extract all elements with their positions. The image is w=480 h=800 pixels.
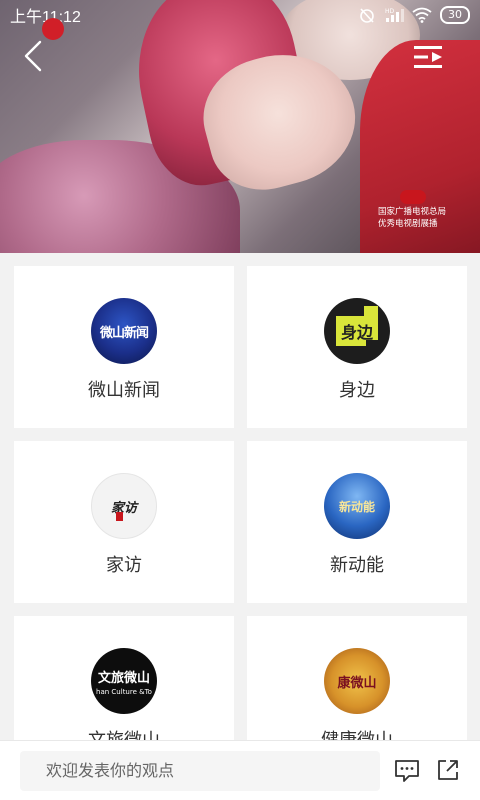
watermark-line-2: 优秀电视剧展播 bbox=[378, 219, 438, 229]
channel-label: 文旅微山 bbox=[14, 726, 234, 740]
channel-card-wenlv-weishan[interactable]: 文旅微山 han Culture &To 文旅微山 bbox=[14, 616, 234, 740]
comment-input[interactable]: 欢迎发表你的观点 bbox=[20, 751, 380, 791]
channel-logo-subtext: han Culture &To bbox=[96, 687, 152, 696]
channel-label: 新动能 bbox=[330, 555, 384, 576]
watermark-logo bbox=[400, 190, 426, 204]
channel-label: 微山新闻 bbox=[88, 380, 160, 401]
channel-logo-text: 微山新闻 bbox=[99, 325, 149, 341]
logo-seal bbox=[116, 512, 123, 521]
channel-logo: 身边 bbox=[324, 298, 390, 364]
station-logo bbox=[32, 18, 76, 40]
wifi-icon bbox=[412, 7, 432, 23]
channel-card-xindongneng[interactable]: 新动能 新动能 bbox=[247, 441, 467, 603]
svg-text:HD: HD bbox=[385, 8, 395, 15]
broadcast-watermark: 国家广播电视总局 优秀电视剧展播 bbox=[378, 190, 474, 230]
channel-logo-text: 康微山 bbox=[337, 675, 377, 691]
channel-logo: 康微山 bbox=[324, 648, 390, 714]
share-icon[interactable] bbox=[436, 758, 460, 782]
comment-icon[interactable] bbox=[394, 758, 420, 784]
channel-logo-text: 新动能 bbox=[338, 499, 375, 514]
playlist-icon[interactable] bbox=[410, 42, 446, 72]
watermark-line-1: 国家广播电视总局 bbox=[378, 207, 447, 217]
channel-label: 身边 bbox=[339, 380, 375, 401]
video-player[interactable]: 上午11:12 HD 30 国家广播电视总局 优秀电视剧展播 bbox=[0, 0, 480, 253]
channel-logo: 新动能 bbox=[324, 473, 390, 539]
channel-logo: 家访 bbox=[91, 473, 157, 539]
battery-icon: 30 bbox=[440, 6, 470, 24]
channel-label: 家访 bbox=[106, 555, 142, 576]
channel-card-weishan-news[interactable]: 微山新闻 微山新闻 bbox=[14, 266, 234, 428]
channel-card-jiafang[interactable]: 家访 家访 bbox=[14, 441, 234, 603]
channel-logo: 文旅微山 han Culture &To bbox=[91, 648, 157, 714]
channel-logo-text: 家访 bbox=[110, 500, 137, 516]
back-arrow-icon[interactable] bbox=[18, 38, 54, 74]
channel-logo: 微山新闻 bbox=[91, 298, 157, 364]
station-logo-mark bbox=[42, 18, 64, 40]
channel-grid: 微山新闻 微山新闻 身边 身边 家访 家访 新动能 新动能 文旅微山 han C… bbox=[0, 253, 480, 740]
status-icons: HD 30 bbox=[358, 6, 470, 24]
channel-logo-text: 文旅微山 bbox=[97, 670, 150, 686]
hd-signal-icon: HD bbox=[385, 8, 404, 22]
channel-card-shenbian[interactable]: 身边 身边 bbox=[247, 266, 467, 428]
alarm-off-icon bbox=[360, 8, 374, 23]
channel-logo-text: 身边 bbox=[340, 323, 373, 342]
channel-card-jiankang-weishan[interactable]: 康微山 健康微山 bbox=[247, 616, 467, 740]
channel-label: 健康微山 bbox=[247, 726, 467, 740]
comment-bar: 欢迎发表你的观点 bbox=[0, 740, 480, 800]
